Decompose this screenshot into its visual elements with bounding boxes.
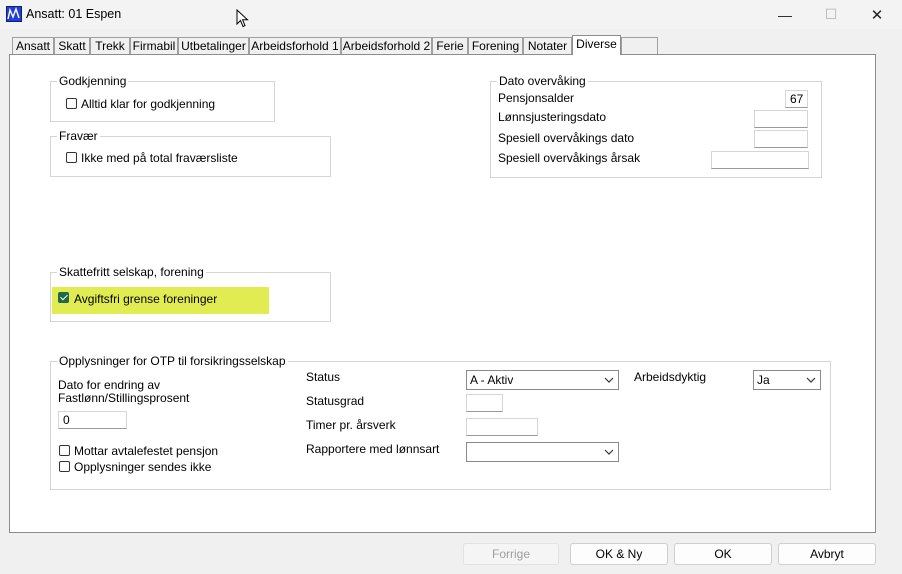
timer-arsverk-field[interactable]: [466, 418, 538, 436]
statusgrad-field[interactable]: [466, 394, 503, 412]
lonnsjustering-field[interactable]: [754, 110, 808, 128]
lonnsjustering-label: Lønnsjusteringsdato: [498, 110, 607, 124]
window-title: Ansatt: 01 Espen: [26, 7, 122, 21]
sendes-ikke-label[interactable]: Opplysninger sendes ikke: [74, 460, 211, 474]
fravaer-title: Fravær: [57, 129, 100, 143]
dato-endring-field[interactable]: 0: [58, 411, 127, 429]
dato-overvaking-title: Dato overvåking: [497, 74, 588, 88]
spesiell-arsak-label: Spesiell overvåkings årsak: [498, 151, 641, 165]
close-icon: ✕: [870, 6, 884, 24]
rapportere-label: Rapportere med lønnsart: [306, 442, 440, 456]
ok-ny-button[interactable]: OK & Ny: [570, 543, 668, 565]
sendes-ikke-checkbox[interactable]: [59, 461, 70, 472]
avgiftsfri-checkbox[interactable]: [58, 292, 69, 303]
tab-strip: Ansatt Skatt Trekk Firmabil Utbetalinger…: [0, 35, 902, 55]
mouse-cursor-icon: [236, 9, 249, 28]
status-label: Status: [306, 370, 341, 384]
chevron-down-icon: [604, 449, 614, 455]
ikke-med-fravaer-label[interactable]: Ikke med på total fraværsliste: [81, 151, 238, 165]
title-bar: Ansatt: 01 Espen — ☐ ✕: [0, 0, 902, 29]
mottar-pensjon-label[interactable]: Mottar avtalefestet pensjon: [74, 444, 218, 458]
pensjonsalder-field[interactable]: 67: [785, 90, 808, 108]
timer-arsverk-label: Timer pr. årsverk: [306, 418, 396, 432]
tab-firmabil[interactable]: Firmabil: [130, 37, 178, 54]
maximize-button: ☐: [808, 0, 854, 29]
forrige-button[interactable]: Forrige: [463, 543, 559, 565]
otp-title: Opplysninger for OTP til forsikringssels…: [57, 354, 288, 368]
tab-ansatt[interactable]: Ansatt: [12, 37, 54, 54]
avgiftsfri-label[interactable]: Avgiftsfri grense foreninger: [74, 292, 217, 306]
arbeidsdyktig-select[interactable]: Ja: [753, 370, 821, 390]
chevron-down-icon: [806, 377, 816, 383]
tab-arbeidsforhold-2[interactable]: Arbeidsforhold 2: [341, 37, 432, 54]
tab-forening[interactable]: Forening: [468, 37, 523, 54]
tab-diverse[interactable]: Diverse: [572, 35, 621, 55]
maximize-icon: ☐: [824, 6, 838, 22]
chevron-down-icon: [604, 377, 614, 383]
ok-button[interactable]: OK: [674, 543, 772, 565]
tab-skatt[interactable]: Skatt: [54, 37, 90, 54]
tab-blank[interactable]: [621, 37, 658, 54]
close-button[interactable]: ✕: [854, 0, 900, 29]
ikke-med-fravaer-checkbox[interactable]: [66, 152, 77, 163]
pensjonsalder-label: Pensjonsalder: [498, 91, 575, 105]
alltid-klar-checkbox[interactable]: [66, 98, 77, 109]
dato-endring-label-line2: Fastlønn/Stillingsprosent: [58, 391, 190, 405]
mottar-pensjon-checkbox[interactable]: [59, 445, 70, 456]
tab-arbeidsforhold-1[interactable]: Arbeidsforhold 1: [249, 37, 341, 54]
minimize-icon: —: [778, 6, 792, 23]
tab-ferie[interactable]: Ferie: [432, 37, 468, 54]
statusgrad-label: Statusgrad: [306, 394, 365, 408]
dato-endring-label-line1: Dato for endring av: [58, 378, 161, 392]
app-icon: [6, 6, 22, 22]
spesiell-dato-label: Spesiell overvåkings dato: [498, 131, 635, 145]
tab-notater[interactable]: Notater: [523, 37, 572, 54]
godkjenning-title: Godkjenning: [57, 74, 129, 88]
arbeidsdyktig-label: Arbeidsdyktig: [634, 370, 707, 384]
status-select[interactable]: A - Aktiv: [466, 370, 619, 390]
alltid-klar-label[interactable]: Alltid klar for godkjenning: [81, 97, 215, 111]
rapportere-select[interactable]: [466, 442, 619, 462]
status-select-value: A - Aktiv: [470, 373, 514, 387]
spesiell-arsak-field[interactable]: [711, 151, 809, 169]
spesiell-dato-field[interactable]: [754, 130, 808, 148]
skattefritt-title: Skattefritt selskap, forening: [57, 265, 206, 279]
tab-trekk[interactable]: Trekk: [90, 37, 130, 54]
avbryt-button[interactable]: Avbryt: [778, 543, 876, 565]
minimize-button[interactable]: —: [762, 0, 808, 29]
tab-utbetalinger[interactable]: Utbetalinger: [178, 37, 249, 54]
arbeidsdyktig-select-value: Ja: [757, 373, 770, 387]
